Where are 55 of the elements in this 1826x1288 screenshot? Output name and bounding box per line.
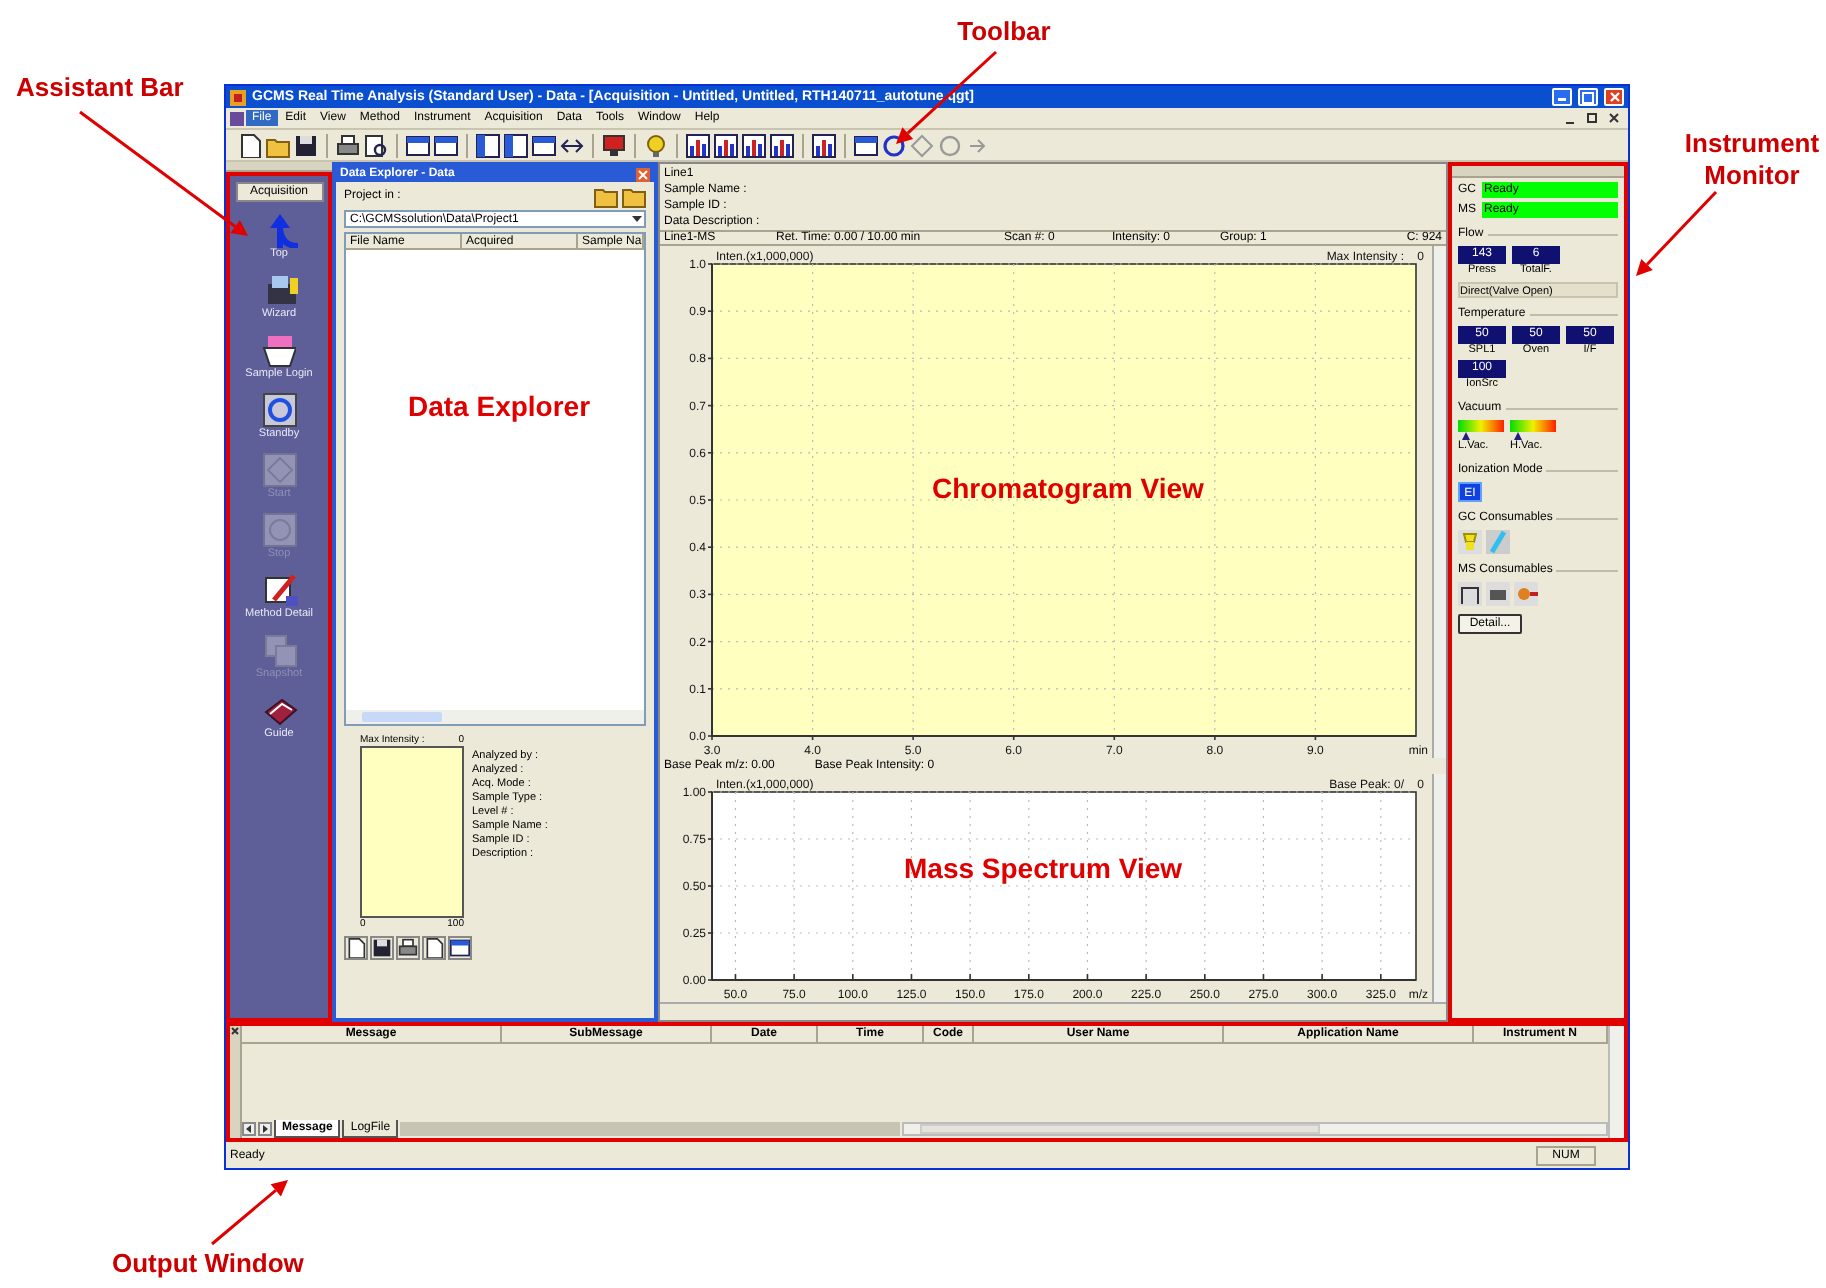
arrow-right-icon[interactable] — [258, 1122, 272, 1136]
close-icon[interactable] — [1608, 112, 1620, 124]
disk-icon[interactable] — [370, 936, 394, 960]
vertical-scrollbar[interactable] — [1608, 1026, 1624, 1138]
horizontal-scrollbar[interactable] — [902, 1122, 1608, 1136]
document-icon[interactable] — [422, 936, 446, 960]
minimize-icon — [1558, 98, 1566, 102]
layout-icon[interactable] — [476, 133, 500, 157]
vertical-scrollbar[interactable] — [1432, 246, 1446, 758]
detector-icon[interactable] — [1486, 582, 1510, 606]
dropdown-arrow-icon — [630, 212, 644, 226]
bar-chart-icon[interactable] — [742, 133, 766, 157]
pencil-icon — [261, 572, 297, 608]
diamond-icon — [261, 452, 297, 488]
document-icon[interactable] — [238, 133, 262, 157]
circle-icon[interactable] — [882, 133, 906, 157]
bar-chart-icon[interactable] — [686, 133, 710, 157]
scrollbar-thumb[interactable] — [362, 712, 442, 722]
ring-icon — [261, 512, 297, 548]
annotation-label: Assistant Bar — [16, 72, 186, 104]
overlay-label: Data Explorer — [408, 390, 591, 422]
bar-chart-icon[interactable] — [770, 133, 794, 157]
vertical-scrollbar[interactable] — [1432, 774, 1446, 1002]
document-icon[interactable] — [344, 936, 368, 960]
arrow-left-icon[interactable] — [242, 1122, 256, 1136]
overlay-label: Mass Spectrum View — [904, 852, 1183, 884]
monitor-icon[interactable] — [602, 133, 626, 157]
close-button[interactable] — [1604, 88, 1624, 106]
circle-icon — [261, 392, 297, 428]
callout-arrow — [211, 1180, 288, 1246]
layout-icon[interactable] — [504, 133, 528, 157]
window-icon[interactable] — [854, 133, 878, 157]
scrollbar-thumb[interactable] — [920, 1124, 1321, 1134]
arrows-icon[interactable] — [560, 133, 584, 157]
callout-arrow — [1636, 190, 1718, 276]
panel-header — [226, 162, 332, 172]
magnifier-icon[interactable] — [364, 133, 388, 157]
maximize-button[interactable] — [1578, 88, 1598, 106]
bar-chart-icon[interactable] — [714, 133, 738, 157]
annotation-label: Instrument Monitor — [1682, 128, 1822, 192]
folder-icon[interactable] — [266, 133, 290, 157]
lightbulb-icon[interactable] — [644, 133, 668, 157]
minimize-button[interactable] — [1552, 88, 1572, 106]
close-icon — [1609, 92, 1619, 102]
bar-chart-icon[interactable] — [812, 133, 836, 157]
window-icon[interactable] — [406, 133, 430, 157]
window-icon[interactable] — [434, 133, 458, 157]
annotation-label: Output Window — [112, 1248, 306, 1280]
close-icon[interactable] — [230, 1026, 240, 1036]
annotation-label: Toolbar — [955, 16, 1053, 48]
window-icon[interactable] — [532, 133, 556, 157]
overlay-label: Chromatogram View — [932, 472, 1204, 504]
horizontal-scrollbar[interactable] — [346, 710, 644, 724]
restore-icon[interactable] — [1586, 112, 1598, 124]
maximize-icon — [1582, 91, 1594, 103]
